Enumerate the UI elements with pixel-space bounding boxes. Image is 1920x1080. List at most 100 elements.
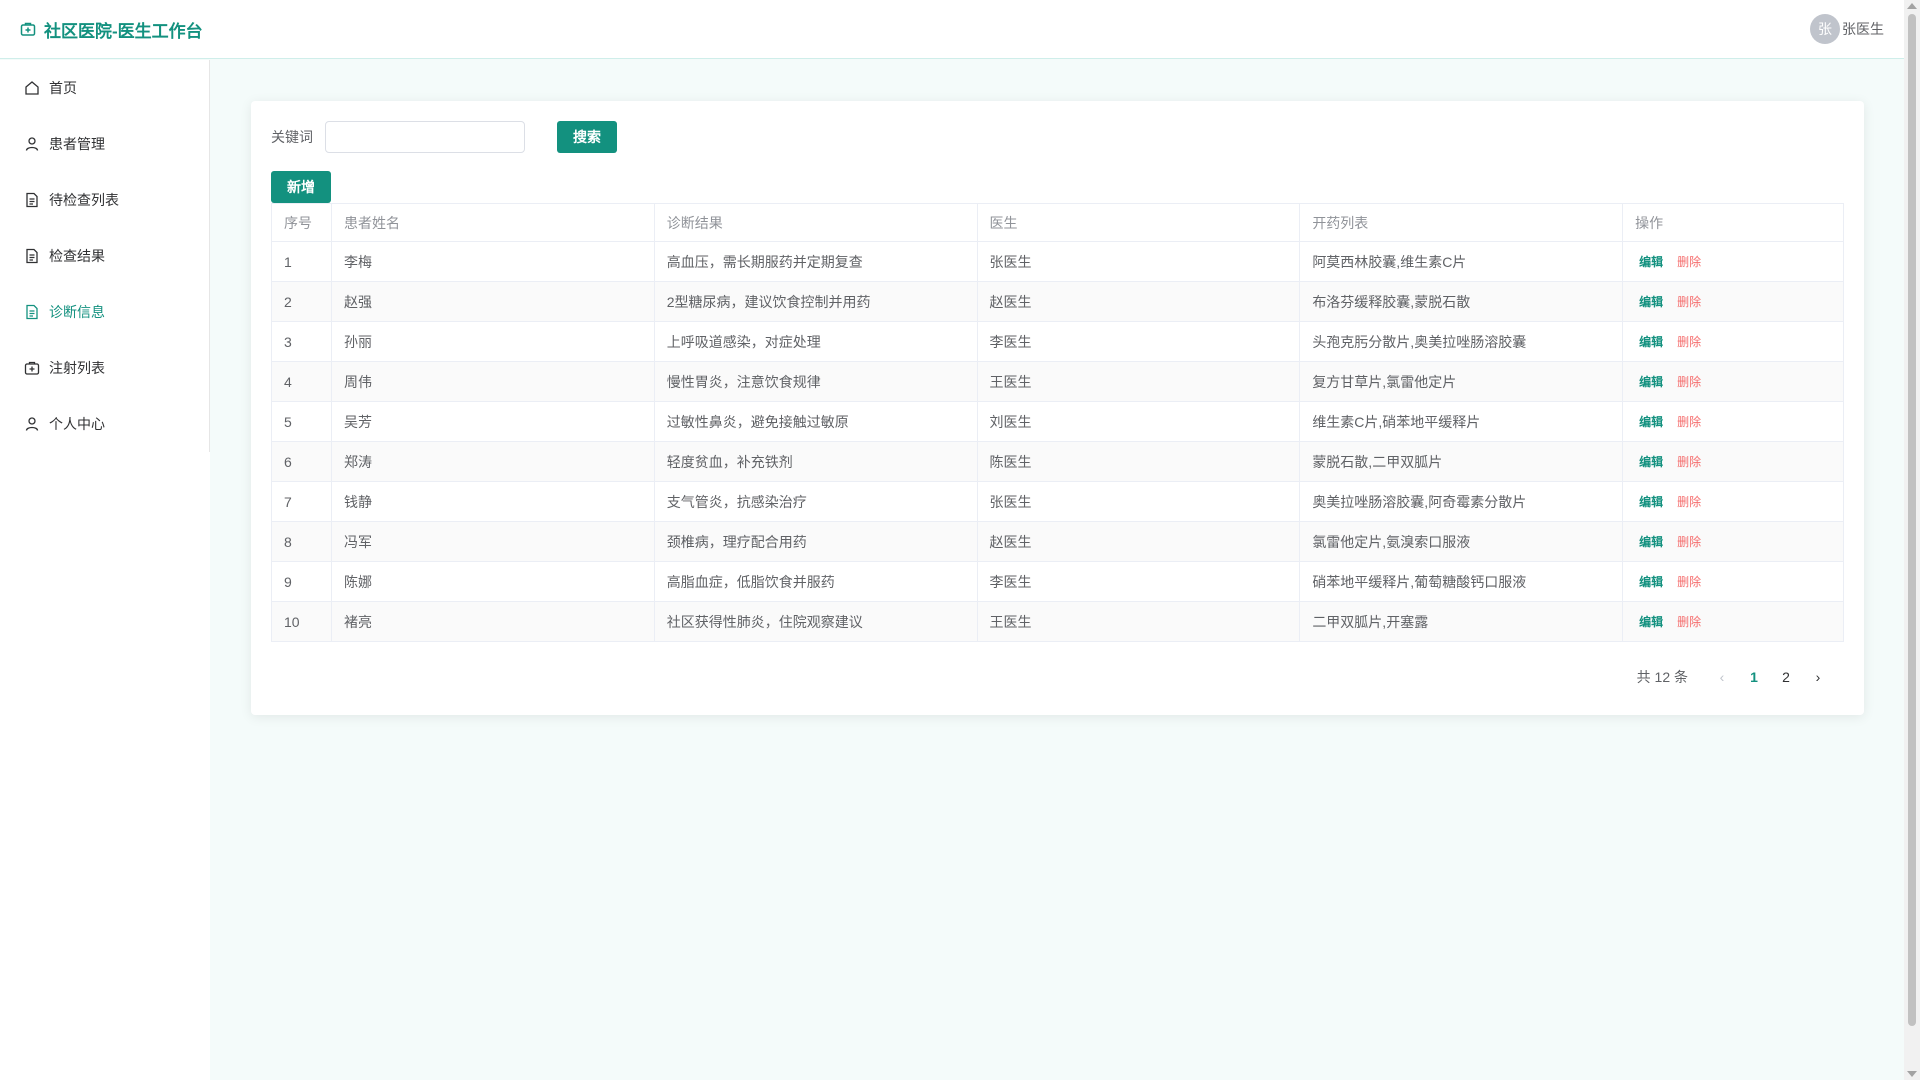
column-header-doctor: 医生 — [977, 203, 1301, 242]
user-icon — [25, 417, 39, 431]
user-menu[interactable]: 张 张医生 — [1810, 14, 1884, 44]
cell-actions: 编辑 删除 — [1622, 281, 1844, 322]
delete-button[interactable]: 删除 — [1677, 615, 1701, 629]
sidebar: 首页 患者管理 待检查列表 检查结果 诊断信息 注射列表 个人中心 — [0, 60, 210, 1080]
delete-button[interactable]: 删除 — [1677, 375, 1701, 389]
edit-button[interactable]: 编辑 — [1639, 615, 1663, 629]
cell-patient-name: 孙丽 — [331, 321, 655, 362]
delete-button[interactable]: 删除 — [1677, 415, 1701, 429]
cell-index: 2 — [271, 281, 332, 322]
cell-index: 1 — [271, 241, 332, 282]
medical-kit-icon — [20, 22, 36, 36]
cell-diagnosis: 社区获得性肺炎，住院观察建议 — [654, 601, 978, 642]
edit-button[interactable]: 编辑 — [1639, 455, 1663, 469]
edit-button[interactable]: 编辑 — [1639, 535, 1663, 549]
chevron-left-icon[interactable]: ‹ — [1706, 669, 1738, 685]
cell-index: 3 — [271, 321, 332, 362]
delete-button[interactable]: 删除 — [1677, 335, 1701, 349]
table-row: 8 冯军 颈椎病，理疗配合用药 赵医生 氯雷他定片,氨溴索口服液 编辑 删除 — [271, 521, 1844, 562]
sidebar-item-home[interactable]: 首页 — [0, 60, 210, 116]
search-input[interactable] — [325, 121, 525, 153]
edit-button[interactable]: 编辑 — [1639, 295, 1663, 309]
scroll-up-icon[interactable] — [1907, 3, 1917, 9]
table-row: 6 郑涛 轻度贫血，补充铁剂 陈医生 蒙脱石散,二甲双胍片 编辑 删除 — [271, 441, 1844, 482]
cell-index: 5 — [271, 401, 332, 442]
sidebar-item-pending-exams[interactable]: 待检查列表 — [0, 172, 210, 228]
cell-diagnosis: 过敏性鼻炎，避免接触过敏原 — [654, 401, 978, 442]
edit-button[interactable]: 编辑 — [1639, 415, 1663, 429]
search-button[interactable]: 搜索 — [557, 121, 617, 153]
cell-index: 8 — [271, 521, 332, 562]
edit-button[interactable]: 编辑 — [1639, 255, 1663, 269]
user-icon — [25, 137, 39, 151]
sidebar-item-label: 个人中心 — [49, 416, 105, 432]
delete-button[interactable]: 删除 — [1677, 295, 1701, 309]
sidebar-item-profile[interactable]: 个人中心 — [0, 396, 210, 452]
scrollbar-thumb[interactable] — [1908, 14, 1916, 1026]
delete-button[interactable]: 删除 — [1677, 535, 1701, 549]
cell-doctor: 刘医生 — [977, 401, 1301, 442]
app-brand[interactable]: 社区医院-医生工作台 — [20, 17, 203, 42]
add-button[interactable]: 新增 — [271, 171, 331, 203]
page-1-button[interactable]: 1 — [1738, 669, 1770, 685]
cell-actions: 编辑 删除 — [1622, 601, 1844, 642]
cell-prescription: 头孢克肟分散片,奥美拉唑肠溶胶囊 — [1299, 321, 1624, 362]
cell-doctor: 张医生 — [977, 481, 1301, 522]
delete-button[interactable]: 删除 — [1677, 495, 1701, 509]
cell-patient-name: 陈娜 — [331, 561, 655, 602]
cell-patient-name: 吴芳 — [331, 401, 655, 442]
table-row: 1 李梅 高血压，需长期服药并定期复查 张医生 阿莫西林胶囊,维生素C片 编辑 删除 — [271, 241, 1844, 282]
table-row: 7 钱静 支气管炎，抗感染治疗 张医生 奥美拉唑肠溶胶囊,阿奇霉素分散片 编辑 删除 — [271, 481, 1844, 522]
edit-button[interactable]: 编辑 — [1639, 375, 1663, 389]
delete-button[interactable]: 删除 — [1677, 255, 1701, 269]
diagnosis-table: 序号 患者姓名 诊断结果 医生 开药列表 操作 1 李梅 高血压，需长期服药并定期复… — [271, 203, 1844, 642]
delete-button[interactable]: 删除 — [1677, 455, 1701, 469]
edit-button[interactable]: 编辑 — [1639, 335, 1663, 349]
column-header-diagnosis: 诊断结果 — [654, 203, 978, 242]
column-header-patient: 患者姓名 — [331, 203, 655, 242]
medical-kit-icon — [24, 361, 40, 375]
page-scrollbar[interactable] — [1904, 0, 1920, 1080]
pagination-total: 共 12 条 — [1636, 669, 1688, 685]
cell-diagnosis: 2型糖尿病，建议饮食控制并用药 — [654, 281, 978, 322]
avatar[interactable]: 张 — [1810, 14, 1840, 44]
cell-index: 4 — [271, 361, 332, 402]
cell-doctor: 赵医生 — [977, 281, 1301, 322]
scroll-down-icon[interactable] — [1907, 1071, 1917, 1077]
delete-button[interactable]: 删除 — [1677, 575, 1701, 589]
sidebar-item-exam-results[interactable]: 检查结果 — [0, 228, 210, 284]
cell-prescription: 布洛芬缓释胶囊,蒙脱石散 — [1299, 281, 1624, 322]
cell-diagnosis: 高血压，需长期服药并定期复查 — [654, 241, 978, 282]
sidebar-item-label: 患者管理 — [49, 136, 105, 152]
page-2-button[interactable]: 2 — [1770, 669, 1802, 685]
cell-patient-name: 周伟 — [331, 361, 655, 402]
document-icon — [26, 248, 38, 264]
column-header-prescription: 开药列表 — [1299, 203, 1624, 242]
sidebar-item-label: 诊断信息 — [49, 304, 105, 320]
cell-actions: 编辑 删除 — [1622, 561, 1844, 602]
cell-doctor: 李医生 — [977, 561, 1301, 602]
diagnosis-panel: 关键词 搜索 新增 序号 患者姓名 诊断结果 医生 开药列表 操作 1 李梅 高血压… — [251, 101, 1864, 715]
sidebar-item-label: 检查结果 — [49, 248, 105, 264]
chevron-right-icon[interactable]: › — [1802, 669, 1834, 685]
username[interactable]: 张医生 — [1842, 19, 1884, 39]
edit-button[interactable]: 编辑 — [1639, 495, 1663, 509]
table-row: 4 周伟 慢性胃炎，注意饮食规律 王医生 复方甘草片,氯雷他定片 编辑 删除 — [271, 361, 1844, 402]
cell-actions: 编辑 删除 — [1622, 481, 1844, 522]
cell-doctor: 王医生 — [977, 601, 1301, 642]
sidebar-item-label: 待检查列表 — [49, 192, 119, 208]
cell-doctor: 赵医生 — [977, 521, 1301, 562]
edit-button[interactable]: 编辑 — [1639, 575, 1663, 589]
column-header-index: 序号 — [271, 203, 332, 242]
cell-doctor: 王医生 — [977, 361, 1301, 402]
cell-patient-name: 郑涛 — [331, 441, 655, 482]
cell-actions: 编辑 删除 — [1622, 441, 1844, 482]
cell-prescription: 二甲双胍片,开塞露 — [1299, 601, 1624, 642]
sidebar-item-injections[interactable]: 注射列表 — [0, 340, 210, 396]
cell-diagnosis: 颈椎病，理疗配合用药 — [654, 521, 978, 562]
cell-patient-name: 赵强 — [331, 281, 655, 322]
sidebar-divider — [209, 60, 210, 452]
sidebar-item-patients[interactable]: 患者管理 — [0, 116, 210, 172]
cell-actions: 编辑 删除 — [1622, 361, 1844, 402]
sidebar-item-diagnosis[interactable]: 诊断信息 — [0, 284, 210, 340]
